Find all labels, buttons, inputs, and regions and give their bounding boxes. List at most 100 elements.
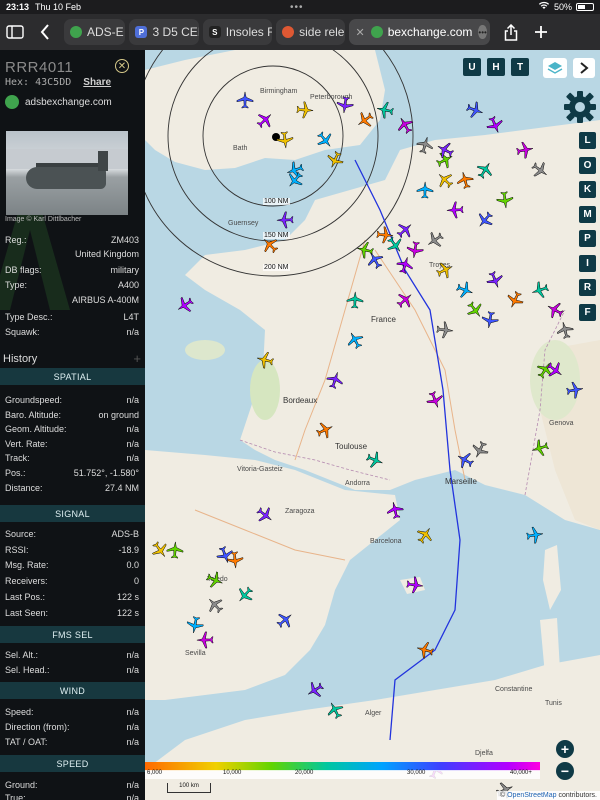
back-icon[interactable] xyxy=(30,17,60,47)
layers-button[interactable] xyxy=(543,58,567,78)
aircraft-marker-icon[interactable] xyxy=(476,211,494,229)
browser-tab[interactable]: S Insoles F xyxy=(202,19,273,45)
settings-gear-icon[interactable] xyxy=(563,90,597,124)
speed-section-header[interactable]: SPEED xyxy=(0,755,145,772)
aircraft-marker-icon[interactable] xyxy=(566,381,584,399)
aircraft-marker-icon[interactable] xyxy=(436,171,454,189)
aircraft-marker-icon[interactable] xyxy=(531,281,549,299)
aircraft-marker-icon[interactable] xyxy=(546,301,564,319)
signal-section-header[interactable]: SIGNAL xyxy=(0,505,145,522)
wind-section-header[interactable]: WIND xyxy=(0,682,145,699)
map-toggle-p-button[interactable]: P xyxy=(579,230,596,247)
expand-plus-icon[interactable]: + xyxy=(133,351,141,366)
aircraft-marker-icon[interactable] xyxy=(456,171,474,189)
browser-tab[interactable]: ADS-E xyxy=(64,19,126,45)
browser-tab[interactable]: P 3 D5 CEI xyxy=(129,19,199,45)
aircraft-marker-icon[interactable] xyxy=(296,101,314,119)
aircraft-marker-icon[interactable] xyxy=(531,439,549,457)
aircraft-marker-icon[interactable] xyxy=(426,391,444,409)
aircraft-marker-icon[interactable] xyxy=(276,211,294,229)
history-header[interactable]: History + xyxy=(3,351,141,366)
aircraft-marker-icon[interactable] xyxy=(316,421,334,439)
aircraft-marker-icon[interactable] xyxy=(556,321,574,339)
browser-tab[interactable]: ✕ bexchange.com ••• xyxy=(349,19,490,45)
map-toggle-m-button[interactable]: M xyxy=(579,205,596,223)
aircraft-marker-icon[interactable] xyxy=(256,111,274,129)
aircraft-marker-icon[interactable] xyxy=(276,611,294,629)
aircraft-marker-icon[interactable] xyxy=(276,131,294,149)
aircraft-marker-icon[interactable] xyxy=(346,331,364,349)
new-tab-icon[interactable] xyxy=(526,17,556,47)
aircraft-marker-icon[interactable] xyxy=(236,586,254,604)
aircraft-marker-icon[interactable] xyxy=(186,616,204,634)
share-icon[interactable] xyxy=(496,17,526,47)
aircraft-marker-icon[interactable] xyxy=(326,151,344,169)
fullscreen-button[interactable] xyxy=(573,58,595,78)
aircraft-marker-icon[interactable] xyxy=(416,641,434,659)
tab-more-icon[interactable]: ••• xyxy=(478,25,487,39)
close-panel-button[interactable]: ✕ xyxy=(115,59,129,73)
aircraft-marker-icon[interactable] xyxy=(256,351,274,369)
aircraft-marker-icon[interactable] xyxy=(261,236,279,254)
aircraft-marker-icon[interactable] xyxy=(456,281,474,299)
aircraft-marker-icon[interactable] xyxy=(366,451,384,469)
tab-close-icon[interactable]: ✕ xyxy=(355,26,364,39)
map-toggle-o-button[interactable]: O xyxy=(579,156,596,174)
aircraft-marker-icon[interactable] xyxy=(516,141,534,159)
aircraft-photo[interactable] xyxy=(6,131,128,215)
zoom-in-button[interactable]: + xyxy=(556,740,574,758)
aircraft-marker-icon[interactable] xyxy=(466,101,484,119)
aircraft-marker-icon[interactable] xyxy=(206,571,224,589)
aircraft-marker-icon[interactable] xyxy=(386,501,404,519)
aircraft-marker-icon[interactable] xyxy=(446,201,464,219)
map-toggle-l-button[interactable]: L xyxy=(579,132,596,149)
aircraft-marker-icon[interactable] xyxy=(376,101,394,119)
aircraft-marker-icon[interactable] xyxy=(426,231,444,249)
map-toggle-h-button[interactable]: H xyxy=(487,58,505,76)
aircraft-marker-icon[interactable] xyxy=(436,321,454,339)
aircraft-marker-icon[interactable] xyxy=(476,161,494,179)
aircraft-marker-icon[interactable] xyxy=(396,116,414,134)
aircraft-marker-icon[interactable] xyxy=(326,701,344,719)
multitasking-dots-icon[interactable]: ••• xyxy=(290,2,304,13)
zoom-out-button[interactable]: − xyxy=(556,762,574,780)
map-toggle-t-button[interactable]: T xyxy=(511,58,529,76)
fms-sel-section-header[interactable]: FMS SEL xyxy=(0,626,145,643)
aircraft-marker-icon[interactable] xyxy=(236,91,254,109)
sidebar-toggle-icon[interactable] xyxy=(0,17,30,47)
osm-link[interactable]: OpenStreetMap xyxy=(507,792,556,799)
map-toggle-u-button[interactable]: U xyxy=(463,58,481,76)
aircraft-marker-icon[interactable] xyxy=(396,291,414,309)
aircraft-marker-icon[interactable] xyxy=(406,576,424,594)
aircraft-marker-icon[interactable] xyxy=(486,116,504,134)
map-toggle-r-button[interactable]: R xyxy=(579,279,596,296)
aircraft-marker-icon[interactable] xyxy=(531,161,549,179)
aircraft-marker-icon[interactable] xyxy=(256,506,274,524)
aircraft-marker-icon[interactable] xyxy=(316,131,334,149)
aircraft-marker-icon[interactable] xyxy=(481,311,499,329)
aircraft-marker-icon[interactable] xyxy=(496,191,514,209)
map-toggle-i-button[interactable]: I xyxy=(579,254,596,272)
aircraft-marker-icon[interactable] xyxy=(346,291,364,309)
aircraft-marker-icon[interactable] xyxy=(416,181,434,199)
aircraft-marker-icon[interactable] xyxy=(506,291,524,309)
aircraft-marker-icon[interactable] xyxy=(526,526,544,544)
browser-tab[interactable]: side relea xyxy=(276,19,346,45)
aircraft-marker-icon[interactable] xyxy=(176,296,194,314)
spatial-section-header[interactable]: SPATIAL xyxy=(0,368,145,385)
aircraft-marker-icon[interactable] xyxy=(396,256,414,274)
aircraft-marker-icon[interactable] xyxy=(336,96,354,114)
share-link[interactable]: Share xyxy=(83,77,111,88)
aircraft-marker-icon[interactable] xyxy=(206,596,224,614)
aircraft-marker-icon[interactable] xyxy=(366,251,384,269)
map-toggle-k-button[interactable]: K xyxy=(579,181,596,198)
aircraft-marker-icon[interactable] xyxy=(326,371,344,389)
site-link[interactable]: adsbexchange.com xyxy=(5,95,112,109)
map-toggle-f-button[interactable]: F xyxy=(579,303,596,321)
aircraft-marker-icon[interactable] xyxy=(216,546,234,564)
aircraft-marker-icon[interactable] xyxy=(436,261,454,279)
aircraft-marker-icon[interactable] xyxy=(306,681,324,699)
aircraft-marker-icon[interactable] xyxy=(151,541,169,559)
aircraft-marker-icon[interactable] xyxy=(416,526,434,544)
aircraft-marker-icon[interactable] xyxy=(456,451,474,469)
